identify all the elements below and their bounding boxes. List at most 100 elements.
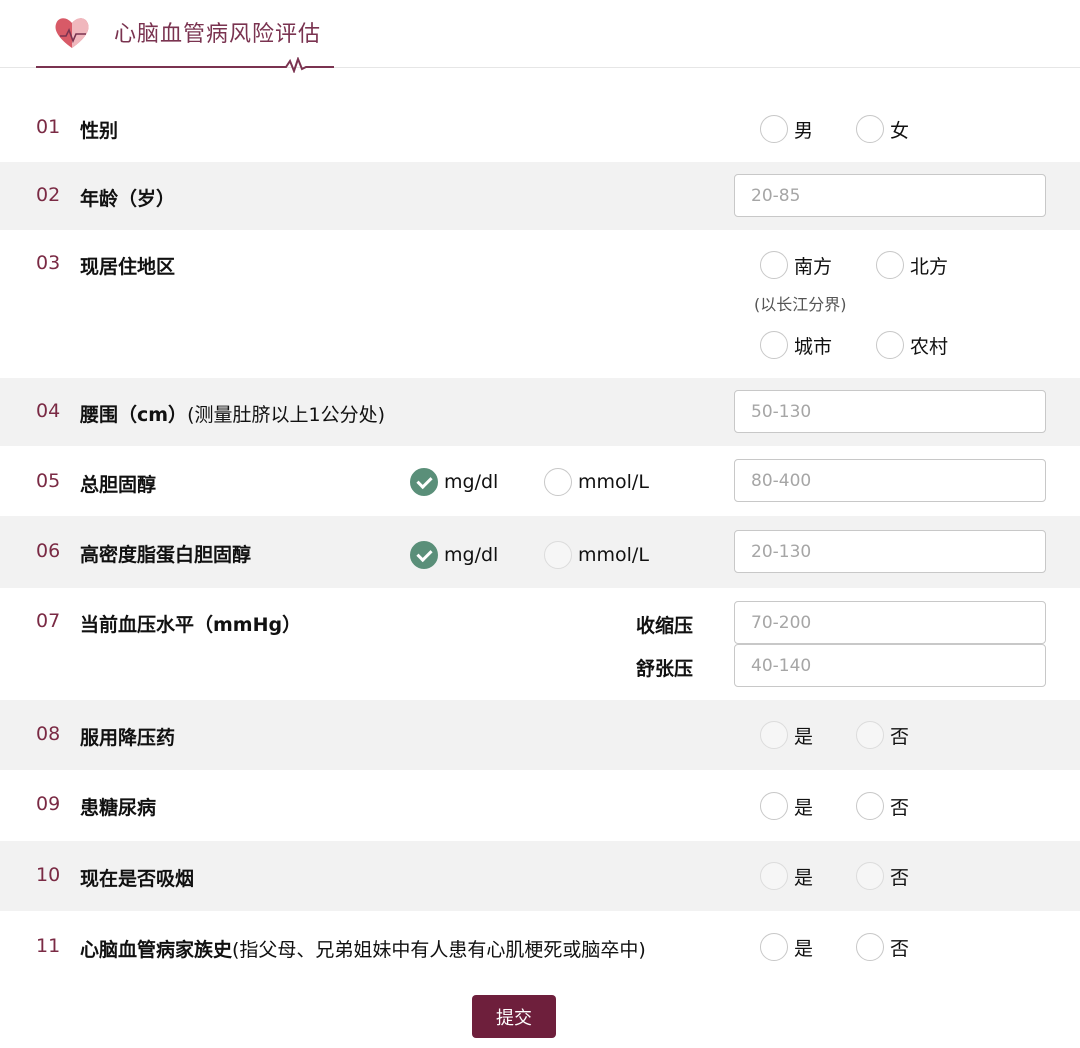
question-number: 05 bbox=[36, 470, 61, 492]
radio-no[interactable]: 否 bbox=[856, 861, 909, 891]
radio-unit-mgdl[interactable]: mg/dl bbox=[410, 467, 498, 497]
radio-female[interactable]: 女 bbox=[856, 114, 909, 144]
radio-label: 是 bbox=[794, 725, 814, 748]
radio-circle[interactable] bbox=[856, 792, 884, 820]
radio-circle[interactable] bbox=[760, 792, 788, 820]
question-label: 心脑血管病家族史(指父母、兄弟姐妹中有人患有心肌梗死或脑卒中) bbox=[80, 935, 646, 962]
question-label-note: (测量肚脐以上1公分处) bbox=[187, 404, 385, 426]
question-number: 09 bbox=[36, 793, 61, 815]
radio-label: mg/dl bbox=[444, 471, 499, 493]
radio-unit-mgdl[interactable]: mg/dl bbox=[410, 540, 498, 570]
question-diabetes: 09 患糖尿病 是 否 bbox=[0, 770, 1080, 841]
question-label-main: 腰围（cm） bbox=[80, 404, 188, 426]
question-label: 服用降压药 bbox=[80, 727, 176, 749]
radio-city[interactable]: 城市 bbox=[760, 330, 832, 360]
question-label: 性别 bbox=[80, 120, 119, 142]
radio-checked-icon[interactable] bbox=[410, 468, 438, 496]
question-label: 年龄（岁） bbox=[80, 188, 176, 210]
radio-label: mmol/L bbox=[578, 544, 649, 566]
question-number: 10 bbox=[36, 864, 61, 886]
radio-circle[interactable] bbox=[876, 251, 904, 279]
radio-label: 否 bbox=[890, 937, 910, 960]
question-number: 11 bbox=[36, 935, 61, 957]
question-label-note: (指父母、兄弟姐妹中有人患有心肌梗死或脑卒中) bbox=[232, 939, 646, 961]
radio-label: 否 bbox=[890, 796, 910, 819]
radio-circle[interactable] bbox=[760, 115, 788, 143]
radio-label: 是 bbox=[794, 866, 814, 889]
question-label: 腰围（cm）(测量肚脐以上1公分处) bbox=[80, 400, 385, 427]
age-input[interactable] bbox=[734, 174, 1046, 217]
radio-label: 南方 bbox=[794, 255, 833, 278]
question-hdl-cholesterol: 06 高密度脂蛋白胆固醇 mg/dl mmol/L bbox=[0, 516, 1080, 588]
radio-label: 男 bbox=[794, 119, 814, 142]
radio-circle[interactable] bbox=[856, 115, 884, 143]
radio-no[interactable]: 否 bbox=[856, 932, 909, 962]
question-label: 总胆固醇 bbox=[80, 474, 157, 496]
question-label: 现在是否吸烟 bbox=[80, 868, 195, 890]
question-label: 现居住地区 bbox=[80, 256, 176, 278]
systolic-input[interactable] bbox=[734, 601, 1046, 644]
radio-label: 城市 bbox=[794, 335, 833, 358]
radio-no[interactable]: 否 bbox=[856, 791, 909, 821]
question-smoking: 10 现在是否吸烟 是 否 bbox=[0, 841, 1080, 911]
radio-rural[interactable]: 农村 bbox=[876, 330, 948, 360]
radio-yes[interactable]: 是 bbox=[760, 932, 813, 962]
question-waist: 04 腰围（cm）(测量肚脐以上1公分处) bbox=[0, 378, 1080, 446]
radio-circle[interactable] bbox=[760, 331, 788, 359]
header: 心脑血管病风险评估 bbox=[0, 0, 1080, 73]
question-label: 高密度脂蛋白胆固醇 bbox=[80, 544, 252, 566]
radio-unit-mmol[interactable]: mmol/L bbox=[544, 467, 649, 497]
radio-yes[interactable]: 是 bbox=[760, 791, 813, 821]
radio-circle[interactable] bbox=[760, 721, 788, 749]
radio-label: 是 bbox=[794, 937, 814, 960]
radio-yes[interactable]: 是 bbox=[760, 861, 813, 891]
radio-circle[interactable] bbox=[856, 933, 884, 961]
question-number: 01 bbox=[36, 116, 61, 138]
radio-label: 否 bbox=[890, 725, 910, 748]
radio-checked-icon[interactable] bbox=[410, 541, 438, 569]
radio-north[interactable]: 北方 bbox=[876, 250, 948, 280]
question-bp-medication: 08 服用降压药 是 否 bbox=[0, 700, 1080, 770]
radio-label: 农村 bbox=[910, 335, 949, 358]
question-blood-pressure: 07 当前血压水平（mmHg） 收缩压 舒张压 bbox=[0, 588, 1080, 700]
question-label-main: 心脑血管病家族史 bbox=[80, 939, 233, 961]
radio-no[interactable]: 否 bbox=[856, 720, 909, 750]
pulse-underline bbox=[36, 57, 334, 73]
submit-button[interactable]: 提交 bbox=[472, 995, 556, 1038]
question-number: 07 bbox=[36, 610, 61, 632]
question-label: 当前血压水平（mmHg） bbox=[80, 614, 302, 636]
question-number: 06 bbox=[36, 540, 61, 562]
question-number: 02 bbox=[36, 184, 61, 206]
radio-yes[interactable]: 是 bbox=[760, 720, 813, 750]
radio-unit-mmol[interactable]: mmol/L bbox=[544, 540, 649, 570]
question-label: 患糖尿病 bbox=[80, 797, 157, 819]
radio-male[interactable]: 男 bbox=[760, 114, 813, 144]
page-title: 心脑血管病风险评估 bbox=[114, 22, 322, 47]
region-note: (以长江分界) bbox=[754, 295, 847, 314]
radio-circle[interactable] bbox=[856, 862, 884, 890]
radio-circle[interactable] bbox=[856, 721, 884, 749]
radio-label: mmol/L bbox=[578, 471, 649, 493]
total-cholesterol-input[interactable] bbox=[734, 459, 1046, 502]
heart-logo-icon bbox=[55, 18, 89, 48]
question-residence: 03 现居住地区 南方 北方 (以长江分界) 城市 农村 bbox=[0, 230, 1080, 378]
hdl-cholesterol-input[interactable] bbox=[734, 530, 1046, 573]
waist-input[interactable] bbox=[734, 390, 1046, 433]
radio-circle[interactable] bbox=[760, 251, 788, 279]
radio-label: 北方 bbox=[910, 255, 949, 278]
question-number: 08 bbox=[36, 723, 61, 745]
radio-circle[interactable] bbox=[760, 933, 788, 961]
systolic-label: 收缩压 bbox=[636, 615, 694, 637]
question-number: 04 bbox=[36, 400, 61, 422]
question-age: 02 年龄（岁） bbox=[0, 162, 1080, 230]
radio-south[interactable]: 南方 bbox=[760, 250, 832, 280]
radio-label: 否 bbox=[890, 866, 910, 889]
radio-circle[interactable] bbox=[544, 541, 572, 569]
question-number: 03 bbox=[36, 252, 61, 274]
radio-label: 女 bbox=[890, 119, 910, 142]
radio-circle[interactable] bbox=[544, 468, 572, 496]
diastolic-input[interactable] bbox=[734, 644, 1046, 687]
question-family-history: 11 心脑血管病家族史(指父母、兄弟姐妹中有人患有心肌梗死或脑卒中) 是 否 bbox=[0, 911, 1080, 983]
radio-circle[interactable] bbox=[760, 862, 788, 890]
radio-circle[interactable] bbox=[876, 331, 904, 359]
